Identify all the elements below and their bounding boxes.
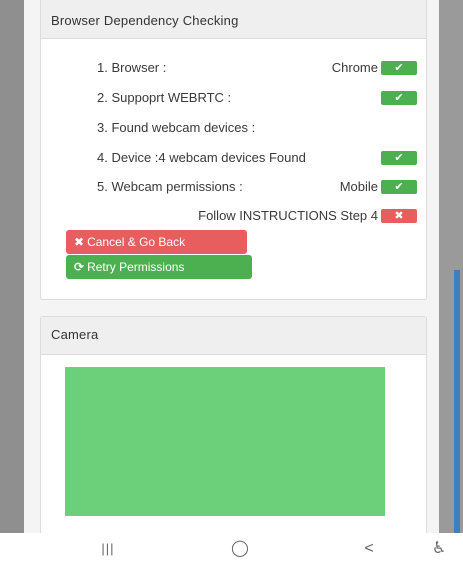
retry-permissions-button[interactable]: ⟳ Retry Permissions xyxy=(66,255,252,279)
accessibility-icon[interactable]: ♿ xyxy=(427,539,451,559)
camera-preview xyxy=(65,367,385,516)
browser-check-card: Browser Dependency Checking 1. Browser :… xyxy=(40,0,427,300)
check-value: Chrome xyxy=(331,60,378,75)
check-icon: ✔ xyxy=(381,91,417,105)
refresh-icon: ⟳ xyxy=(74,260,85,274)
close-icon: ✖ xyxy=(74,235,85,249)
check-row-browser: 1. Browser : Chrome ✔ xyxy=(41,58,426,78)
check-row-device: 4. Device :4 webcam devices Found ✔ xyxy=(41,148,426,168)
check-label: 2. Suppoprt WEBRTC : xyxy=(97,90,232,105)
browser-check-title: Browser Dependency Checking xyxy=(41,0,426,39)
instruction-row: Follow INSTRUCTIONS Step 4 ✖ xyxy=(41,206,426,226)
check-row-webrtc: 2. Suppoprt WEBRTC : ✔ xyxy=(41,88,426,108)
cancel-go-back-button[interactable]: ✖ Cancel & Go Back xyxy=(66,230,247,254)
android-nav-bar: ||| ◯ < ♿ xyxy=(0,533,463,563)
check-label: 5. Webcam permissions : xyxy=(97,179,243,194)
instruction-text: Follow INSTRUCTIONS Step 4 xyxy=(198,208,378,223)
app-page: Browser Dependency Checking 1. Browser :… xyxy=(24,0,439,533)
check-icon: ✔ xyxy=(381,61,417,75)
left-edge xyxy=(0,0,24,533)
check-icon: ✔ xyxy=(381,151,417,165)
check-label: 3. Found webcam devices : xyxy=(97,120,256,135)
close-icon: ✖ xyxy=(381,209,417,223)
recents-icon[interactable]: ||| xyxy=(96,539,120,559)
back-icon[interactable]: < xyxy=(359,539,379,559)
camera-title: Camera xyxy=(41,317,426,355)
cancel-label: Cancel & Go Back xyxy=(87,235,186,249)
check-label: 1. Browser : xyxy=(97,60,167,75)
camera-card: Camera xyxy=(40,316,427,533)
check-row-webcam-found: 3. Found webcam devices : xyxy=(41,118,426,138)
check-row-permissions: 5. Webcam permissions : Mobile ✔ xyxy=(41,177,426,197)
check-icon: ✔ xyxy=(381,180,417,194)
check-label: 4. Device :4 webcam devices Found xyxy=(97,150,306,165)
phone-screen: Browser Dependency Checking 1. Browser :… xyxy=(0,0,463,533)
home-icon[interactable]: ◯ xyxy=(228,539,252,559)
scroll-indicator xyxy=(454,270,460,533)
check-value: Mobile xyxy=(339,179,378,194)
retry-label: Retry Permissions xyxy=(87,260,185,274)
